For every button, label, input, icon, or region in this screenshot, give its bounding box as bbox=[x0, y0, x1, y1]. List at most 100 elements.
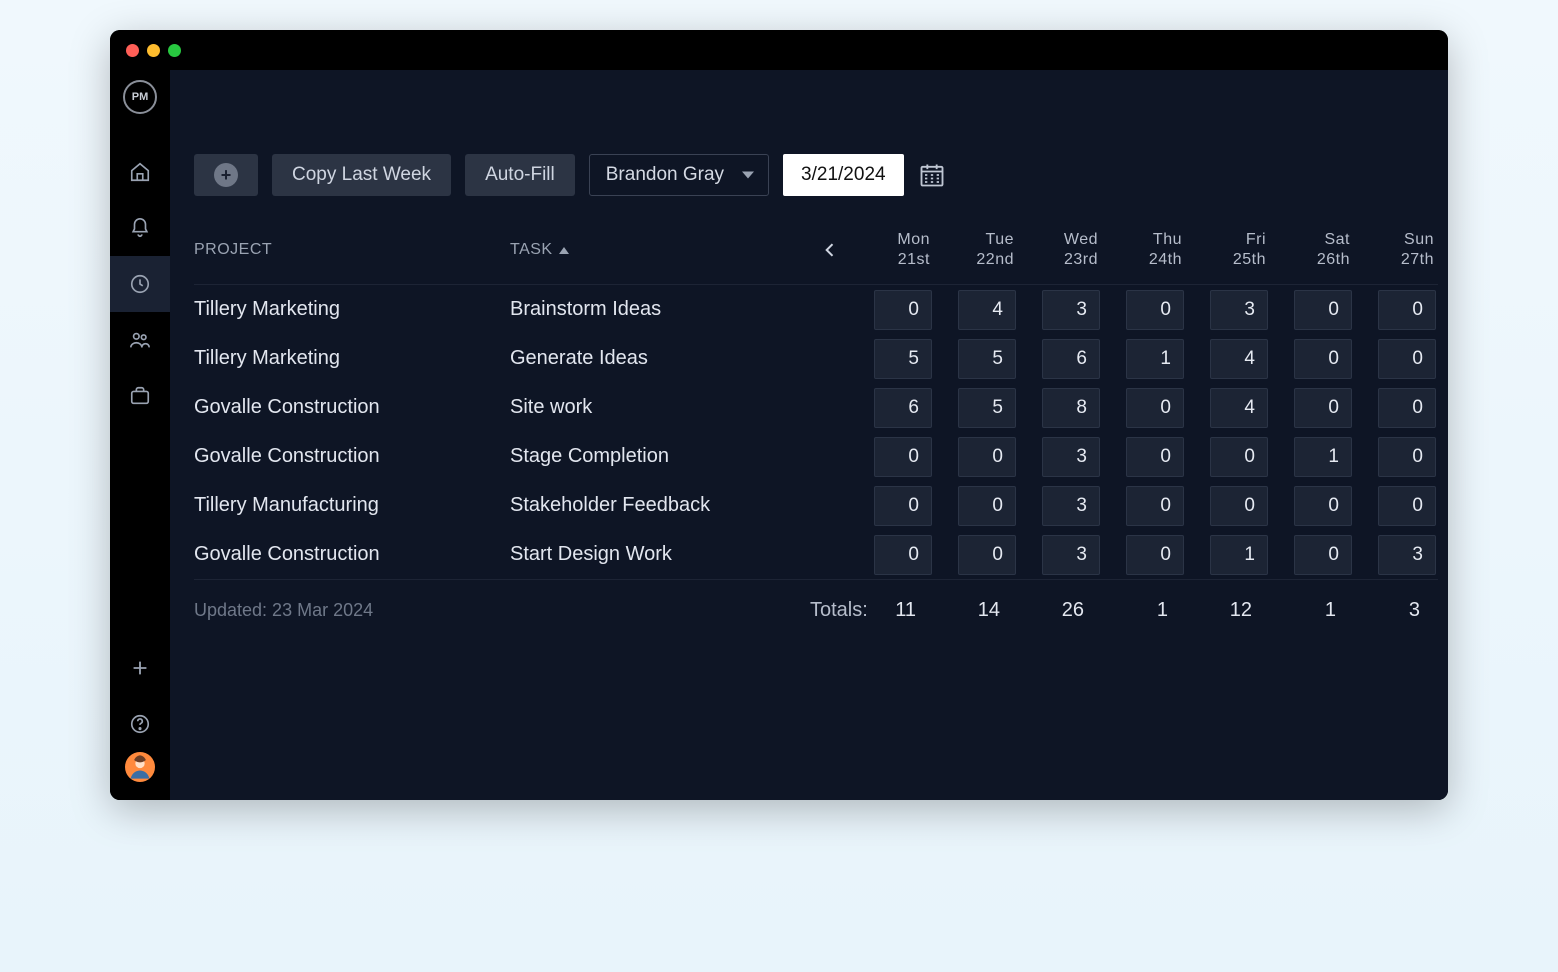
hour-input[interactable] bbox=[1378, 339, 1436, 379]
day-header: Wed 23rd bbox=[1018, 230, 1102, 270]
totals-row: Updated: 23 Mar 2024 Totals: 11 14 26 1 … bbox=[194, 579, 1438, 641]
person-select[interactable]: Brandon Gray bbox=[589, 154, 769, 196]
calendar-picker-button[interactable] bbox=[918, 161, 946, 189]
hour-input[interactable] bbox=[1294, 535, 1352, 575]
main-panel: + Copy Last Week Auto-Fill Brandon Gray … bbox=[170, 70, 1448, 800]
cell-task: Brainstorm Ideas bbox=[510, 298, 810, 321]
hour-cell bbox=[1270, 437, 1354, 477]
hour-cell bbox=[934, 486, 1018, 526]
hour-input[interactable] bbox=[874, 388, 932, 428]
hour-input[interactable] bbox=[1210, 290, 1268, 330]
hour-cell bbox=[1102, 290, 1186, 330]
hour-input[interactable] bbox=[1126, 535, 1184, 575]
hour-cell bbox=[1102, 486, 1186, 526]
hour-input[interactable] bbox=[1294, 437, 1352, 477]
column-task-header[interactable]: TASK bbox=[510, 241, 810, 259]
hour-cell bbox=[1270, 388, 1354, 428]
help-icon bbox=[129, 713, 151, 735]
hour-input[interactable] bbox=[1378, 535, 1436, 575]
timesheet-row: Govalle ConstructionSite work bbox=[194, 383, 1438, 432]
window-minimize-button[interactable] bbox=[147, 44, 160, 57]
user-avatar[interactable] bbox=[125, 752, 155, 782]
hour-input[interactable] bbox=[1294, 486, 1352, 526]
hour-input[interactable] bbox=[1294, 290, 1352, 330]
hour-input[interactable] bbox=[1210, 486, 1268, 526]
calendar-icon bbox=[918, 161, 946, 189]
nav-home[interactable] bbox=[110, 144, 170, 200]
hour-cell bbox=[1270, 486, 1354, 526]
hour-input[interactable] bbox=[874, 339, 932, 379]
hour-input[interactable] bbox=[1210, 535, 1268, 575]
hour-cell bbox=[934, 290, 1018, 330]
hour-input[interactable] bbox=[1378, 437, 1436, 477]
cell-project: Tillery Marketing bbox=[194, 298, 510, 321]
nav-projects[interactable] bbox=[110, 368, 170, 424]
timesheet-toolbar: + Copy Last Week Auto-Fill Brandon Gray … bbox=[194, 154, 1438, 196]
total-cell: 1 bbox=[1102, 599, 1186, 622]
nav-add[interactable] bbox=[110, 640, 170, 696]
window-zoom-button[interactable] bbox=[168, 44, 181, 57]
hour-input[interactable] bbox=[1378, 388, 1436, 428]
window-close-button[interactable] bbox=[126, 44, 139, 57]
avatar-icon bbox=[126, 753, 154, 781]
date-input[interactable]: 3/21/2024 bbox=[783, 154, 904, 196]
hour-input[interactable] bbox=[1294, 388, 1352, 428]
hour-input[interactable] bbox=[874, 437, 932, 477]
hour-cell bbox=[1018, 437, 1102, 477]
hour-input[interactable] bbox=[958, 290, 1016, 330]
hour-input[interactable] bbox=[1210, 339, 1268, 379]
hour-input[interactable] bbox=[958, 486, 1016, 526]
cell-project: Govalle Construction bbox=[194, 445, 510, 468]
hour-input[interactable] bbox=[1042, 388, 1100, 428]
hour-input[interactable] bbox=[874, 290, 932, 330]
hour-input[interactable] bbox=[1294, 339, 1352, 379]
hour-cell bbox=[934, 339, 1018, 379]
hour-cell bbox=[1102, 339, 1186, 379]
hour-cell bbox=[1270, 339, 1354, 379]
hour-input[interactable] bbox=[1126, 339, 1184, 379]
app-body: PM bbox=[110, 70, 1448, 800]
hour-input[interactable] bbox=[1042, 535, 1100, 575]
hour-input[interactable] bbox=[958, 535, 1016, 575]
hour-cell bbox=[1354, 339, 1438, 379]
hour-cell bbox=[1018, 535, 1102, 575]
hour-input[interactable] bbox=[958, 339, 1016, 379]
hour-input[interactable] bbox=[1126, 486, 1184, 526]
timesheet-row: Tillery MarketingGenerate Ideas bbox=[194, 334, 1438, 383]
hour-input[interactable] bbox=[1126, 437, 1184, 477]
hour-input[interactable] bbox=[1378, 486, 1436, 526]
hour-input[interactable] bbox=[874, 486, 932, 526]
day-header: Tue 22nd bbox=[934, 230, 1018, 270]
timesheet-row: Govalle ConstructionStart Design Work bbox=[194, 530, 1438, 579]
hour-input[interactable] bbox=[958, 388, 1016, 428]
hour-input[interactable] bbox=[1126, 290, 1184, 330]
nav-help[interactable] bbox=[110, 696, 170, 752]
hour-input[interactable] bbox=[874, 535, 932, 575]
hour-input[interactable] bbox=[1042, 339, 1100, 379]
hour-input[interactable] bbox=[1210, 388, 1268, 428]
hour-input[interactable] bbox=[1042, 437, 1100, 477]
timesheet-row: Tillery MarketingBrainstorm Ideas bbox=[194, 285, 1438, 334]
hour-input[interactable] bbox=[1042, 290, 1100, 330]
hour-cell bbox=[1102, 535, 1186, 575]
briefcase-icon bbox=[129, 385, 151, 407]
column-project-header[interactable]: PROJECT bbox=[194, 241, 510, 259]
nav-notifications[interactable] bbox=[110, 200, 170, 256]
hour-input[interactable] bbox=[1042, 486, 1100, 526]
copy-last-week-button[interactable]: Copy Last Week bbox=[272, 154, 451, 196]
hour-cell bbox=[1186, 486, 1270, 526]
hour-input[interactable] bbox=[958, 437, 1016, 477]
nav-timesheet[interactable] bbox=[110, 256, 170, 312]
auto-fill-button[interactable]: Auto-Fill bbox=[465, 154, 575, 196]
hour-cell bbox=[850, 535, 934, 575]
total-cell: 12 bbox=[1186, 599, 1270, 622]
hour-input[interactable] bbox=[1378, 290, 1436, 330]
hour-cell bbox=[1354, 290, 1438, 330]
add-entry-button[interactable]: + bbox=[194, 154, 258, 196]
chevron-left-icon bbox=[820, 240, 840, 260]
previous-week-button[interactable] bbox=[810, 240, 850, 260]
nav-team[interactable] bbox=[110, 312, 170, 368]
hour-cell bbox=[1186, 535, 1270, 575]
hour-input[interactable] bbox=[1210, 437, 1268, 477]
hour-input[interactable] bbox=[1126, 388, 1184, 428]
